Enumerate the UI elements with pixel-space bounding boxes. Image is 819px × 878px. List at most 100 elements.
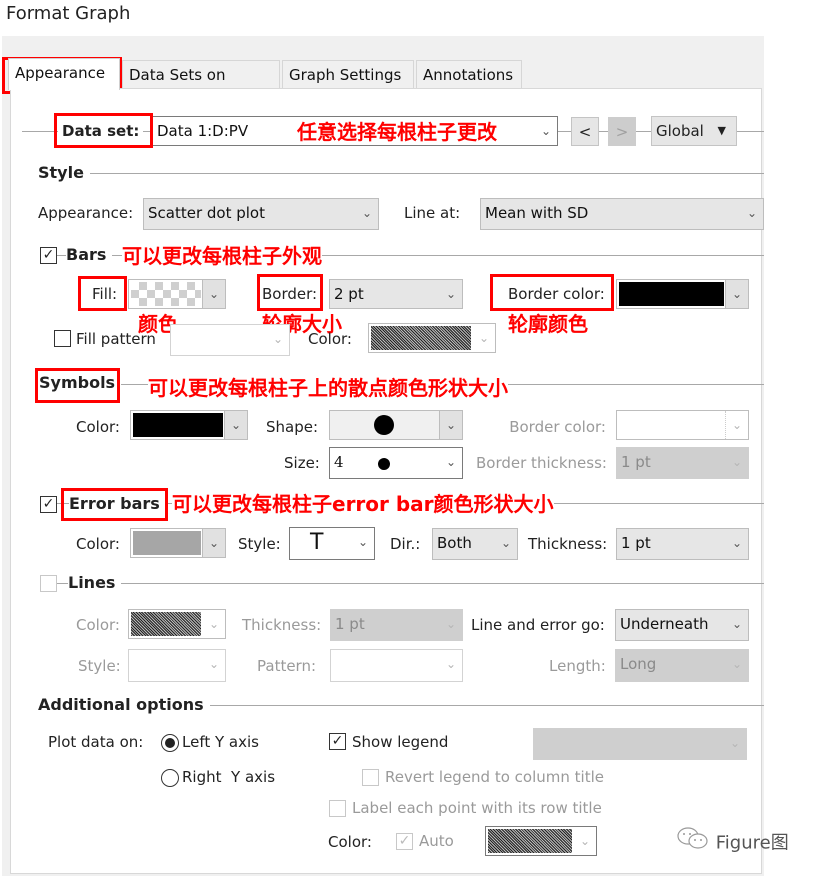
chevron-down-icon: ⌄ bbox=[478, 331, 490, 345]
lines-separator bbox=[40, 583, 764, 584]
show-legend-checkbox[interactable]: ✓ bbox=[329, 733, 346, 750]
watermark: Figure图 bbox=[676, 826, 789, 857]
annotation-border-color: 轮廓颜色 bbox=[508, 312, 588, 336]
chevron-down-icon: ⌄ bbox=[445, 455, 457, 469]
tab-appearance[interactable]: Appearance bbox=[8, 58, 120, 90]
next-dataset-button[interactable]: > bbox=[608, 117, 636, 146]
line-length-select[interactable]: Long ⌄ bbox=[615, 649, 749, 682]
border-color-swatch bbox=[619, 282, 724, 306]
wechat-icon bbox=[676, 826, 710, 857]
plot-data-on-label: Plot data on: bbox=[48, 733, 144, 751]
highlight-symbols-heading bbox=[35, 368, 120, 403]
chevron-down-icon: ⌄ bbox=[725, 280, 748, 308]
lines-checkbox[interactable] bbox=[40, 575, 57, 592]
border-thickness-label: Border thickness: bbox=[476, 454, 607, 472]
chevron-down-icon: ⌄ bbox=[445, 287, 457, 301]
symbol-color-label: Color: bbox=[76, 418, 120, 436]
additional-options-heading: Additional options bbox=[38, 695, 210, 714]
tab-annotations[interactable]: Annotations bbox=[416, 60, 522, 88]
line-color-swatch bbox=[131, 612, 201, 636]
chevron-down-icon: ⌄ bbox=[224, 411, 247, 439]
highlight-error-bars-heading bbox=[61, 488, 168, 521]
highlight-dataset-label bbox=[54, 113, 153, 148]
fill-pattern-select[interactable]: ⌄ bbox=[170, 324, 290, 356]
right-y-axis-radio[interactable] bbox=[161, 769, 179, 787]
error-style-select[interactable]: T ⌄ bbox=[289, 527, 375, 560]
line-color-select[interactable]: ⌄ bbox=[128, 609, 226, 639]
revert-legend-label: Revert legend to column title bbox=[385, 768, 604, 786]
highlight-fill-label bbox=[78, 276, 127, 311]
error-thickness-select[interactable]: 1 pt ⌄ bbox=[616, 528, 749, 560]
bars-heading: Bars bbox=[66, 245, 113, 264]
dir-select[interactable]: Both ⌄ bbox=[432, 528, 518, 560]
annotation-dataset: 任意选择每根柱子更改 bbox=[297, 120, 497, 144]
line-style-label: Style: bbox=[78, 657, 121, 675]
pattern-color-select[interactable]: ⌄ bbox=[368, 323, 496, 353]
auto-color-label: Auto bbox=[419, 832, 454, 850]
symbol-border-color-select[interactable]: ⌄ bbox=[616, 410, 749, 440]
size-label: Size: bbox=[284, 454, 320, 472]
chevron-down-icon: ⌄ bbox=[579, 834, 591, 848]
chevron-down-icon: ⌄ bbox=[746, 206, 758, 220]
line-at-select[interactable]: Mean with SD ⌄ bbox=[480, 198, 764, 230]
line-thickness-select[interactable]: 1 pt ⌄ bbox=[330, 609, 463, 641]
error-color-select[interactable]: ⌄ bbox=[130, 528, 226, 558]
shape-select[interactable]: ⌄ bbox=[329, 410, 463, 440]
highlight-border-color-label bbox=[490, 274, 614, 311]
fill-color-select[interactable]: ⌄ bbox=[128, 279, 226, 309]
chevron-down-icon: ⌄ bbox=[208, 657, 220, 671]
line-at-value: Mean with SD bbox=[485, 204, 589, 222]
style-separator bbox=[40, 173, 764, 174]
error-style-label: Style: bbox=[238, 535, 281, 553]
line-error-go-select[interactable]: Underneath ⌄ bbox=[615, 609, 749, 641]
chevron-down-icon: ⌄ bbox=[439, 411, 462, 439]
radio-selected-dot bbox=[165, 738, 175, 748]
border-color-select[interactable]: ⌄ bbox=[616, 279, 749, 309]
appearance-label: Appearance: bbox=[38, 204, 134, 222]
legend-color-swatch bbox=[488, 829, 572, 853]
symbol-color-swatch bbox=[133, 413, 223, 437]
chevron-down-icon: ⌄ bbox=[731, 536, 743, 550]
line-length-value: Long bbox=[620, 655, 657, 673]
line-pattern-label: Pattern: bbox=[257, 657, 317, 675]
line-style-select[interactable]: ⌄ bbox=[128, 649, 226, 682]
highlight-border-label bbox=[257, 274, 323, 311]
auto-color-checkbox[interactable]: ✓ bbox=[396, 833, 413, 850]
appearance-select[interactable]: Scatter dot plot ⌄ bbox=[143, 198, 379, 230]
line-at-label: Line at: bbox=[404, 204, 461, 222]
label-points-label: Label each point with its row title bbox=[352, 799, 602, 817]
tab-data-sets-on-graph[interactable]: Data Sets on Graph bbox=[122, 60, 280, 112]
revert-legend-checkbox[interactable] bbox=[362, 769, 379, 786]
left-y-axis-radio[interactable] bbox=[161, 734, 179, 752]
label-points-checkbox[interactable] bbox=[329, 800, 346, 817]
error-bars-checkbox[interactable]: ✓ bbox=[40, 496, 57, 513]
chevron-down-icon: ⌄ bbox=[202, 280, 225, 308]
size-select[interactable]: 4 ⌄ bbox=[329, 447, 463, 479]
line-error-go-value: Underneath bbox=[620, 615, 709, 633]
watermark-text: Figure图 bbox=[715, 832, 789, 854]
tab-graph-settings[interactable]: Graph Settings bbox=[282, 60, 414, 88]
border-select[interactable]: 2 pt ⌄ bbox=[329, 279, 463, 309]
chevron-down-icon: ⌄ bbox=[500, 536, 512, 550]
symbol-border-color-label: Border color: bbox=[509, 418, 606, 436]
line-thickness-value: 1 pt bbox=[335, 615, 365, 633]
window-title: Format Graph bbox=[6, 3, 131, 24]
chevron-down-icon: ⌄ bbox=[272, 332, 284, 346]
symbol-color-select[interactable]: ⌄ bbox=[130, 410, 248, 440]
border-thickness-value: 1 pt bbox=[621, 453, 651, 471]
bars-checkbox[interactable]: ✓ bbox=[40, 247, 57, 264]
annotation-symbols: 可以更改每根柱子上的散点颜色形状大小 bbox=[148, 372, 508, 401]
legend-color-select[interactable]: ⌄ bbox=[485, 826, 597, 856]
scope-dropdown[interactable]: Global ▼ bbox=[651, 116, 737, 146]
annotation-bars: 可以更改每根柱子外观 bbox=[122, 240, 322, 269]
border-thickness-select[interactable]: 1 pt ⌄ bbox=[616, 447, 749, 479]
prev-dataset-button[interactable]: < bbox=[571, 117, 599, 146]
error-thickness-label: Thickness: bbox=[528, 535, 608, 553]
chevron-down-icon: ⌄ bbox=[729, 736, 741, 750]
chevron-down-icon: ⌄ bbox=[445, 617, 457, 631]
line-color-label: Color: bbox=[76, 616, 120, 634]
fill-color-swatch bbox=[131, 282, 201, 306]
legend-select[interactable]: ⌄ bbox=[533, 728, 747, 760]
line-pattern-select[interactable]: ⌄ bbox=[330, 649, 463, 682]
fill-pattern-checkbox[interactable] bbox=[54, 330, 71, 347]
